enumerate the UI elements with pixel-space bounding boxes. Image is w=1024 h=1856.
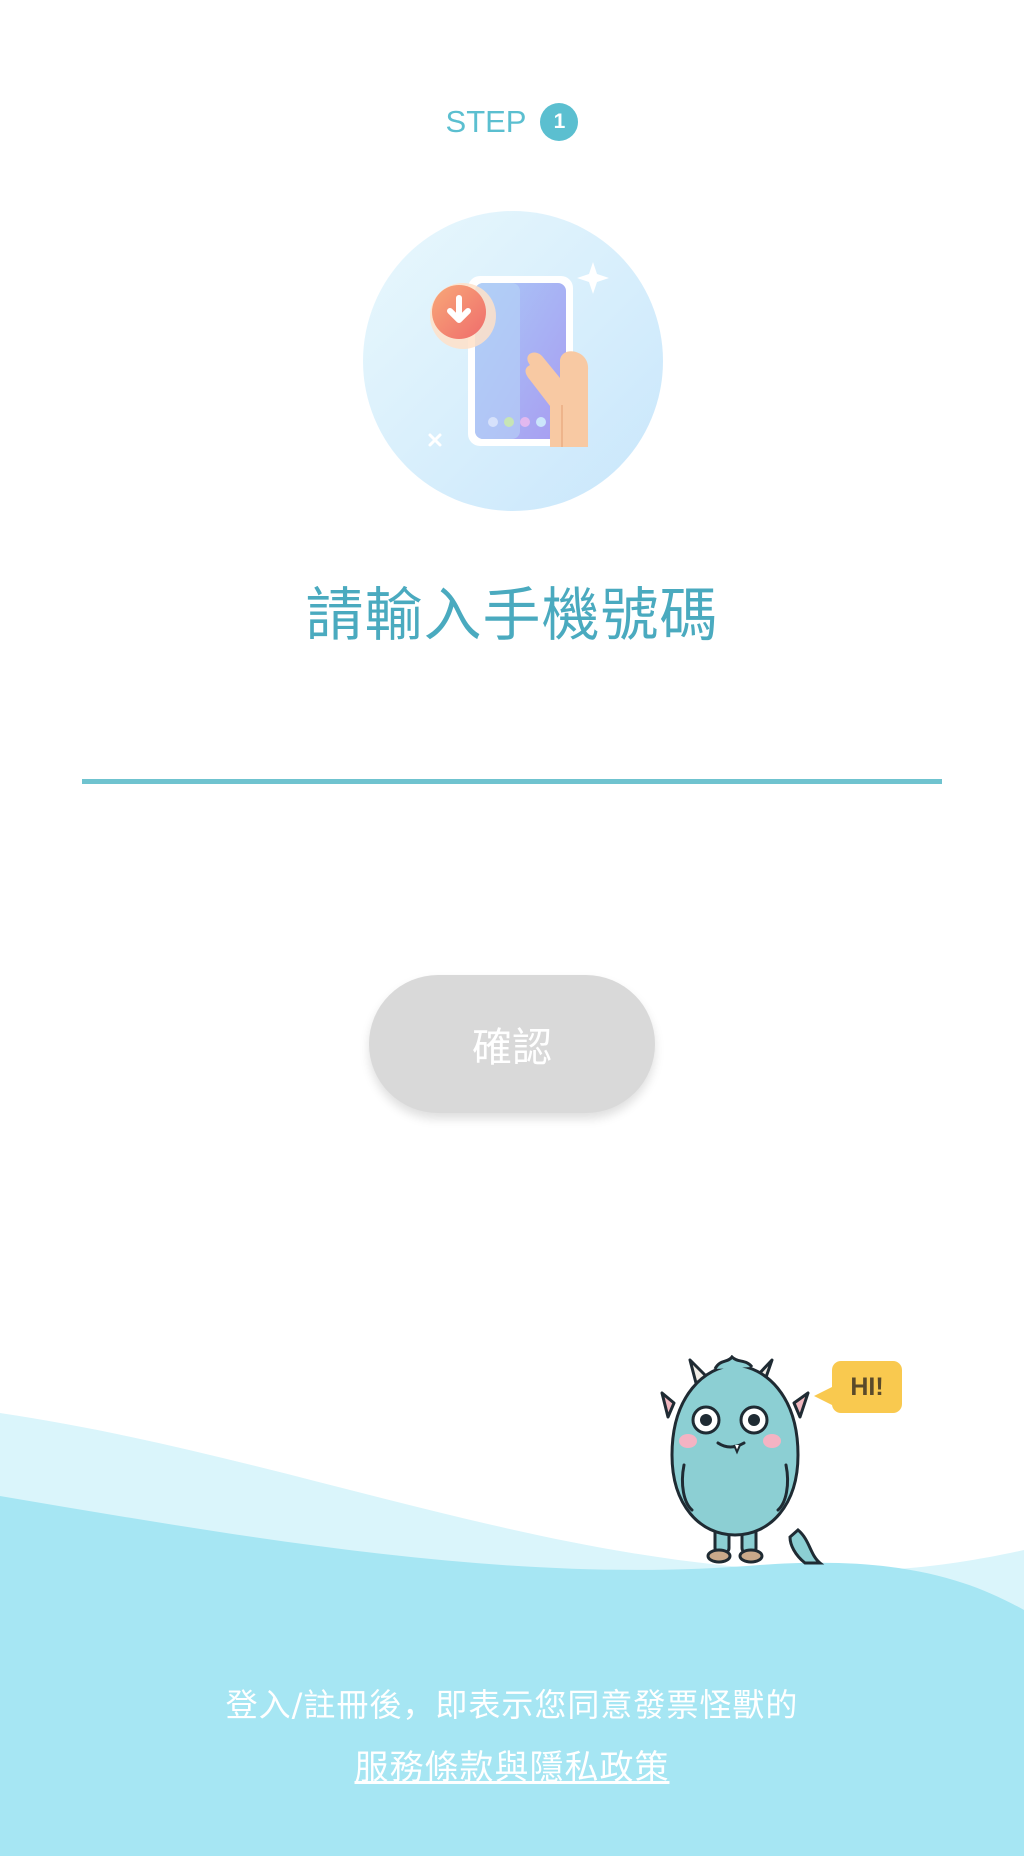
hi-speech-bubble: HI! xyxy=(832,1361,902,1413)
confirm-button[interactable]: 確認 xyxy=(369,975,655,1113)
phone-number-input[interactable] xyxy=(82,728,942,784)
step-label: STEP xyxy=(445,104,527,139)
page-title: 請輸入手機號碼 xyxy=(305,581,719,649)
step-indicator: STEP 1 xyxy=(0,103,1024,141)
terms-notice: 登入/註冊後，即表示您同意發票怪獸的 xyxy=(225,1686,799,1724)
phone-download-illustration-icon xyxy=(363,211,663,511)
step-number-badge: 1 xyxy=(540,103,579,141)
terms-link-row: 服務條款與隱私政策 xyxy=(0,1740,1024,1789)
terms-privacy-link[interactable]: 服務條款與隱私政策 xyxy=(355,1748,670,1788)
speech-bubble-tail xyxy=(814,1386,834,1406)
